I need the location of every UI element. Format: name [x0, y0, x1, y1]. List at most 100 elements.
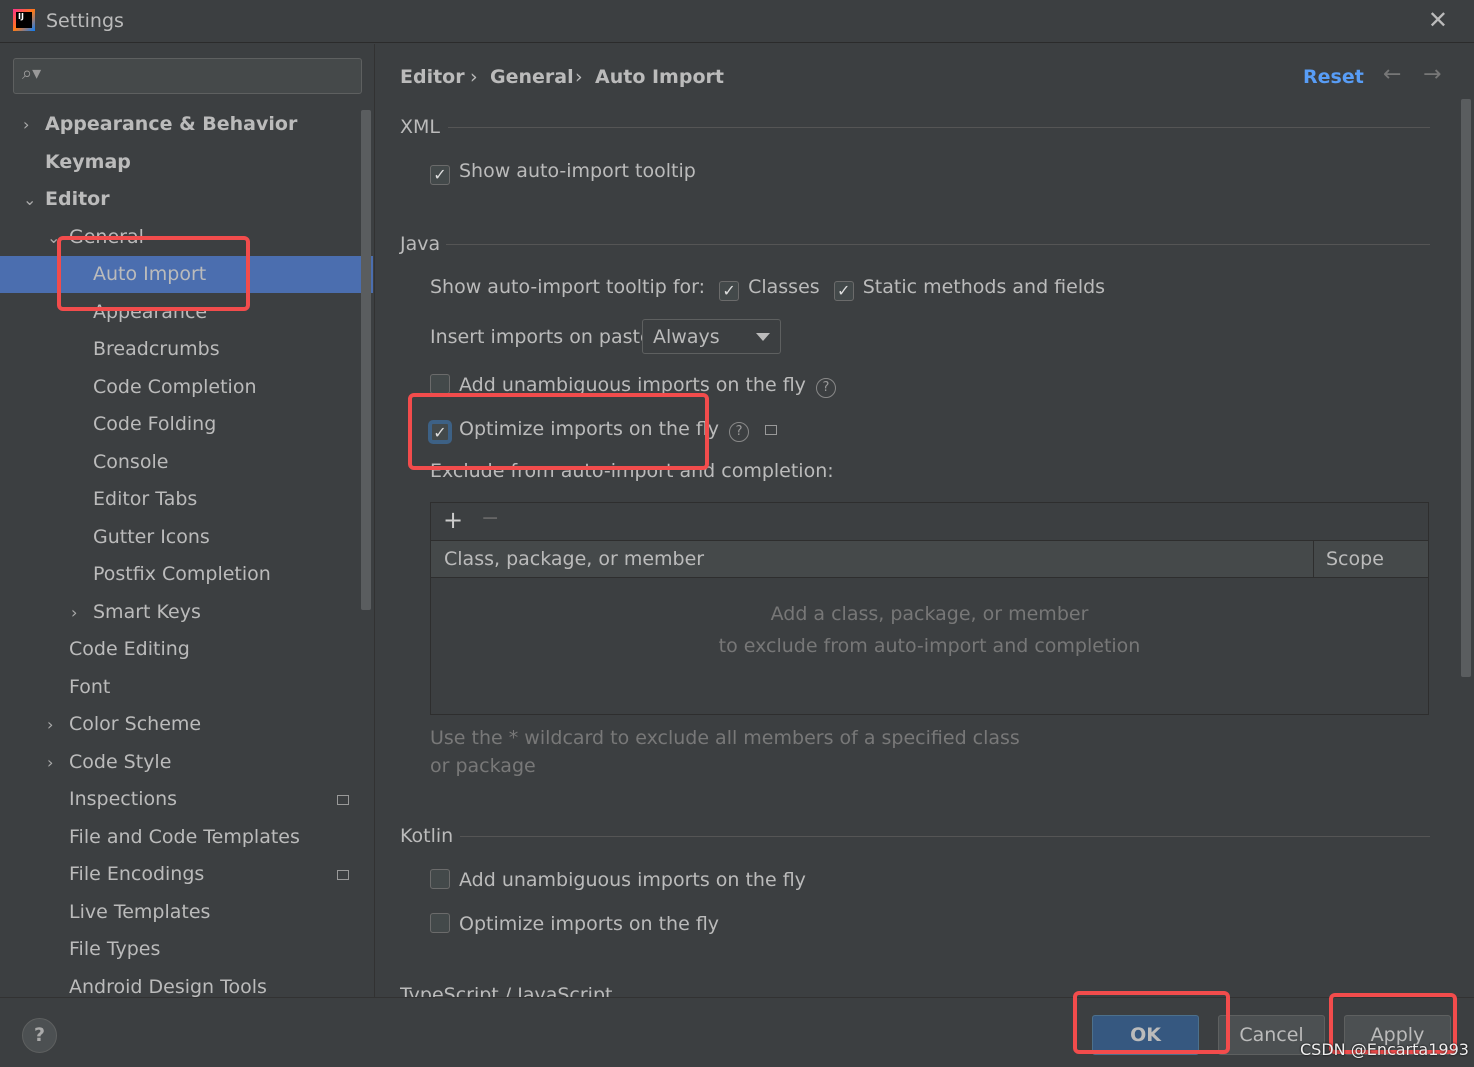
- empty-text-2: to exclude from auto-import and completi…: [718, 635, 1141, 657]
- tree-item-label: Code Folding: [93, 413, 217, 435]
- tree-item-editor-tabs[interactable]: Editor Tabs: [0, 481, 373, 518]
- close-icon[interactable]: ✕: [1428, 6, 1448, 34]
- settings-sidebar: ⌕▾ › Appearance & Behavior Keymap ⌄ Editor ⌄ G…: [0, 44, 375, 998]
- tree-item-label: File and Code Templates: [69, 825, 300, 848]
- tree-item-appearance[interactable]: Appearance: [0, 294, 373, 331]
- ok-button[interactable]: OK: [1092, 1015, 1199, 1055]
- tree-item-label: Inspections: [69, 788, 178, 810]
- java-optimize-imports-checkbox[interactable]: ✓ Optimize imports on the fly: [430, 418, 719, 442]
- section-typescript: TypeScript / JavaScript: [400, 984, 613, 997]
- tree-item-label: File Types: [69, 938, 161, 960]
- tree-item-code-folding[interactable]: Code Folding: [0, 406, 373, 443]
- column-header-scope[interactable]: Scope: [1313, 541, 1396, 577]
- section-xml: XML: [400, 116, 1430, 138]
- chevron-right-icon[interactable]: ›: [47, 744, 53, 781]
- sidebar-scrollbar[interactable]: [361, 110, 371, 610]
- tree-item-file-and-code-templates[interactable]: File and Code Templates: [0, 819, 373, 856]
- tooltip-for-label: Show auto-import tooltip for:: [430, 276, 706, 298]
- project-scope-icon: [765, 425, 778, 435]
- search-icon: ⌕▾: [22, 63, 42, 84]
- tree-item-file-encodings[interactable]: File Encodings: [0, 856, 373, 893]
- tree-item-label: Font: [69, 675, 111, 698]
- tree-item-label: Appearance: [93, 300, 208, 323]
- tree-item-label: Editor: [45, 188, 110, 210]
- tree-item-appearance-behavior[interactable]: › Appearance & Behavior: [0, 106, 373, 143]
- tree-item-console[interactable]: Console: [0, 444, 373, 481]
- dialog-footer: ? OK Cancel Apply: [0, 997, 1474, 1067]
- tree-item-label: Keymap: [45, 150, 131, 173]
- tree-item-breadcrumbs[interactable]: Breadcrumbs: [0, 331, 373, 368]
- chevron-right-icon[interactable]: ›: [23, 106, 29, 143]
- wildcard-hint: Use the * wildcard to exclude all member…: [430, 727, 1020, 777]
- chevron-right-icon[interactable]: ›: [47, 706, 53, 743]
- project-scope-icon: [337, 870, 349, 880]
- exclude-table: + − Class, package, or member Scope Add …: [430, 502, 1429, 715]
- section-kotlin: Kotlin: [400, 825, 1430, 847]
- chevron-right-icon[interactable]: ›: [71, 594, 77, 631]
- tree-item-code-style[interactable]: › Code Style: [0, 744, 373, 781]
- tree-item-label: General: [69, 225, 144, 248]
- search-input[interactable]: ⌕▾: [13, 58, 362, 94]
- tree-item-code-editing[interactable]: Code Editing: [0, 631, 373, 668]
- tree-item-auto-import[interactable]: Auto Import: [0, 256, 373, 293]
- insert-imports-dropdown[interactable]: Always: [642, 319, 781, 354]
- tree-item-inspections[interactable]: Inspections: [0, 781, 373, 818]
- tree-item-label: Smart Keys: [93, 600, 201, 623]
- reset-link[interactable]: Reset: [1303, 66, 1364, 88]
- window-title: Settings: [46, 10, 124, 32]
- help-icon[interactable]: ?: [815, 378, 836, 398]
- section-java: Java: [400, 233, 1430, 255]
- tree-item-label: Gutter Icons: [93, 525, 210, 548]
- tree-item-label: Live Templates: [69, 900, 211, 923]
- chevron-down-icon[interactable]: ⌄: [23, 181, 36, 218]
- empty-text-1[interactable]: Add a class, package, or member: [431, 598, 1428, 630]
- watermark: CSDN @Encarta1993: [1300, 1040, 1469, 1059]
- tree-item-label: Auto Import: [93, 263, 207, 285]
- tree-item-label: Code Style: [69, 750, 172, 773]
- tree-item-file-types[interactable]: File Types: [0, 931, 373, 968]
- help-button[interactable]: ?: [22, 1018, 57, 1053]
- back-arrow-icon[interactable]: ←: [1383, 62, 1401, 87]
- tree-item-label: Color Scheme: [69, 713, 202, 735]
- breadcrumb-editor[interactable]: Editor: [400, 66, 465, 88]
- tree-item-label: Code Editing: [69, 638, 190, 660]
- java-add-unambiguous-checkbox[interactable]: Add unambiguous imports on the fly: [430, 374, 806, 396]
- tree-item-general[interactable]: ⌄ General: [0, 219, 373, 256]
- kotlin-optimize-imports-checkbox[interactable]: Optimize imports on the fly: [430, 913, 719, 935]
- column-header-class[interactable]: Class, package, or member: [444, 548, 704, 570]
- add-icon[interactable]: +: [443, 506, 463, 534]
- insert-imports-label: Insert imports on paste:: [430, 326, 659, 348]
- breadcrumb-auto-import: Auto Import: [595, 66, 724, 88]
- chevron-down-icon: [756, 333, 770, 341]
- tree-item-code-completion[interactable]: Code Completion: [0, 369, 373, 406]
- tree-item-color-scheme[interactable]: › Color Scheme: [0, 706, 373, 743]
- project-scope-icon: [337, 795, 349, 805]
- remove-icon[interactable]: −: [481, 506, 499, 531]
- xml-show-tooltip-checkbox[interactable]: ✓ Show auto-import tooltip: [430, 160, 696, 185]
- tree-item-smart-keys[interactable]: › Smart Keys: [0, 594, 373, 631]
- breadcrumb-general[interactable]: General: [490, 66, 574, 88]
- tree-item-editor[interactable]: ⌄ Editor: [0, 181, 373, 218]
- tree-item-label: Postfix Completion: [93, 563, 271, 585]
- title-bar: IJ Settings ✕: [0, 0, 1474, 43]
- settings-content: Editor › General › Auto Import Reset ← →…: [376, 44, 1474, 997]
- tree-item-label: Code Completion: [93, 375, 257, 398]
- classes-checkbox[interactable]: ✓ Classes: [719, 276, 820, 301]
- tree-item-label: Editor Tabs: [93, 488, 198, 510]
- intellij-logo-icon: IJ: [13, 9, 35, 31]
- tree-item-font[interactable]: Font: [0, 669, 373, 706]
- tree-item-live-templates[interactable]: Live Templates: [0, 894, 373, 931]
- tree-item-gutter-icons[interactable]: Gutter Icons: [0, 519, 373, 556]
- help-icon[interactable]: ?: [729, 422, 750, 442]
- forward-arrow-icon[interactable]: →: [1423, 62, 1441, 87]
- tree-item-label: Breadcrumbs: [93, 338, 220, 360]
- chevron-down-icon[interactable]: ⌄: [47, 219, 60, 256]
- content-scrollbar[interactable]: [1461, 99, 1471, 677]
- exclude-label: Exclude from auto-import and completion:: [430, 460, 834, 482]
- tree-item-label: Appearance & Behavior: [45, 113, 298, 135]
- tree-item-label: File Encodings: [69, 863, 205, 885]
- static-methods-checkbox[interactable]: ✓ Static methods and fields: [833, 276, 1105, 301]
- tree-item-keymap[interactable]: Keymap: [0, 144, 373, 181]
- tree-item-postfix-completion[interactable]: Postfix Completion: [0, 556, 373, 593]
- kotlin-add-unambiguous-checkbox[interactable]: Add unambiguous imports on the fly: [430, 869, 806, 891]
